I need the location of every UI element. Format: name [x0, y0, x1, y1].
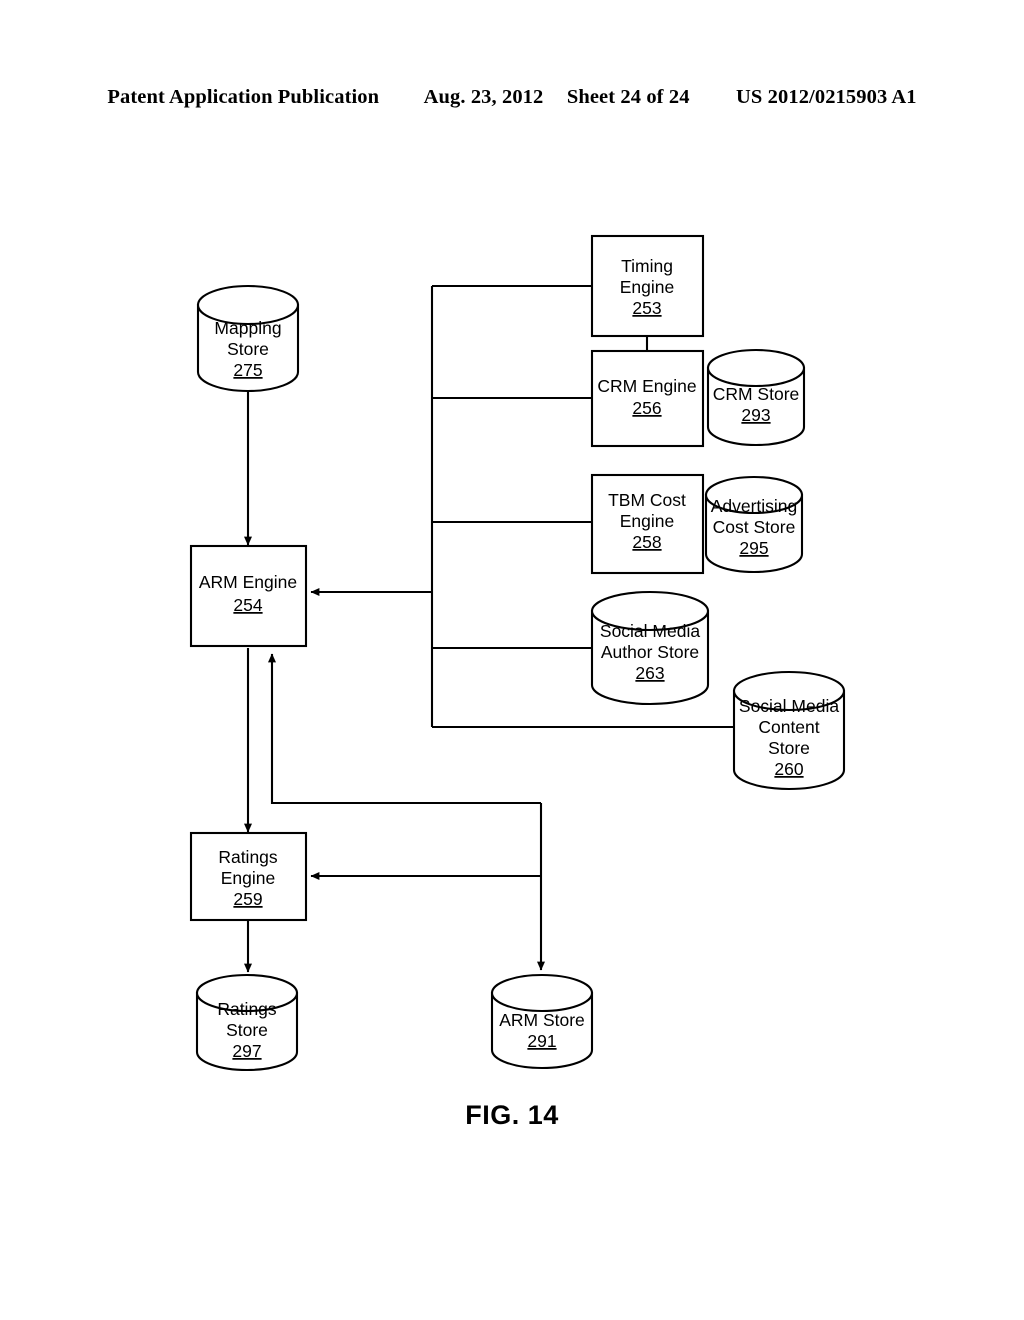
social-media-author-store-ref: 263	[635, 663, 664, 683]
timing-engine-ref: 253	[632, 298, 661, 318]
ratings-engine-line2: Engine	[221, 868, 276, 888]
ratings-store-ref: 297	[232, 1041, 261, 1061]
crm-engine-ref: 256	[632, 398, 661, 418]
social-media-content-store-line1: Social Media	[739, 696, 839, 716]
node-arm-engine: ARM Engine 254	[189, 544, 308, 648]
tbm-cost-engine-line2: Engine	[620, 511, 675, 531]
node-crm-engine: CRM Engine 256	[590, 349, 705, 448]
arm-store-ref: 291	[527, 1031, 556, 1051]
node-arm-store: ARM Store 291	[490, 973, 594, 1070]
crm-engine-line1: CRM Engine	[597, 376, 696, 396]
node-social-media-content-store: Social Media Content Store 260	[732, 670, 846, 791]
figure-caption: FIG. 14	[465, 1100, 559, 1130]
advertising-cost-store-ref: 295	[739, 538, 768, 558]
ratings-store-line1: Ratings	[217, 999, 277, 1019]
timing-engine-line1: Timing	[621, 256, 673, 276]
social-media-author-store-line1: Social Media	[600, 621, 700, 641]
arm-engine-ref: 254	[233, 595, 262, 615]
arm-store-line1: ARM Store	[499, 1010, 585, 1030]
tbm-cost-engine-line1: TBM Cost	[608, 490, 686, 510]
node-mapping-store: Mapping Store 275	[196, 284, 300, 393]
crm-store-line1: CRM Store	[713, 384, 800, 404]
social-media-content-store-line2: Content	[758, 717, 819, 737]
social-media-content-store-line3: Store	[768, 738, 810, 758]
node-ratings-engine: Ratings Engine 259	[189, 831, 308, 922]
node-ratings-store: Ratings Store 297	[195, 973, 299, 1072]
social-media-author-store-line2: Author Store	[601, 642, 699, 662]
crm-store-ref: 293	[741, 405, 770, 425]
timing-engine-line2: Engine	[620, 277, 675, 297]
mapping-store-line1: Mapping	[214, 318, 281, 338]
social-media-content-store-ref: 260	[774, 759, 803, 779]
ratings-engine-line1: Ratings	[218, 847, 278, 867]
node-crm-store: CRM Store 293	[706, 348, 806, 447]
ratings-engine-ref: 259	[233, 889, 262, 909]
ratings-store-line2: Store	[226, 1020, 268, 1040]
advertising-cost-store-line1: Advertising	[711, 496, 798, 516]
mapping-store-line2: Store	[227, 339, 269, 359]
advertising-cost-store-line2: Cost Store	[713, 517, 796, 537]
tbm-cost-engine-ref: 258	[632, 532, 661, 552]
node-tbm-cost-engine: TBM Cost Engine 258	[590, 473, 705, 575]
node-advertising-cost-store: Advertising Cost Store 295	[704, 475, 804, 574]
mapping-store-ref: 275	[233, 360, 262, 380]
node-social-media-author-store: Social Media Author Store 263	[590, 590, 710, 706]
arm-engine-line1: ARM Engine	[199, 572, 297, 592]
connector-lower-bus-to-arm-engine	[268, 653, 541, 805]
node-timing-engine: Timing Engine 253	[590, 234, 705, 338]
